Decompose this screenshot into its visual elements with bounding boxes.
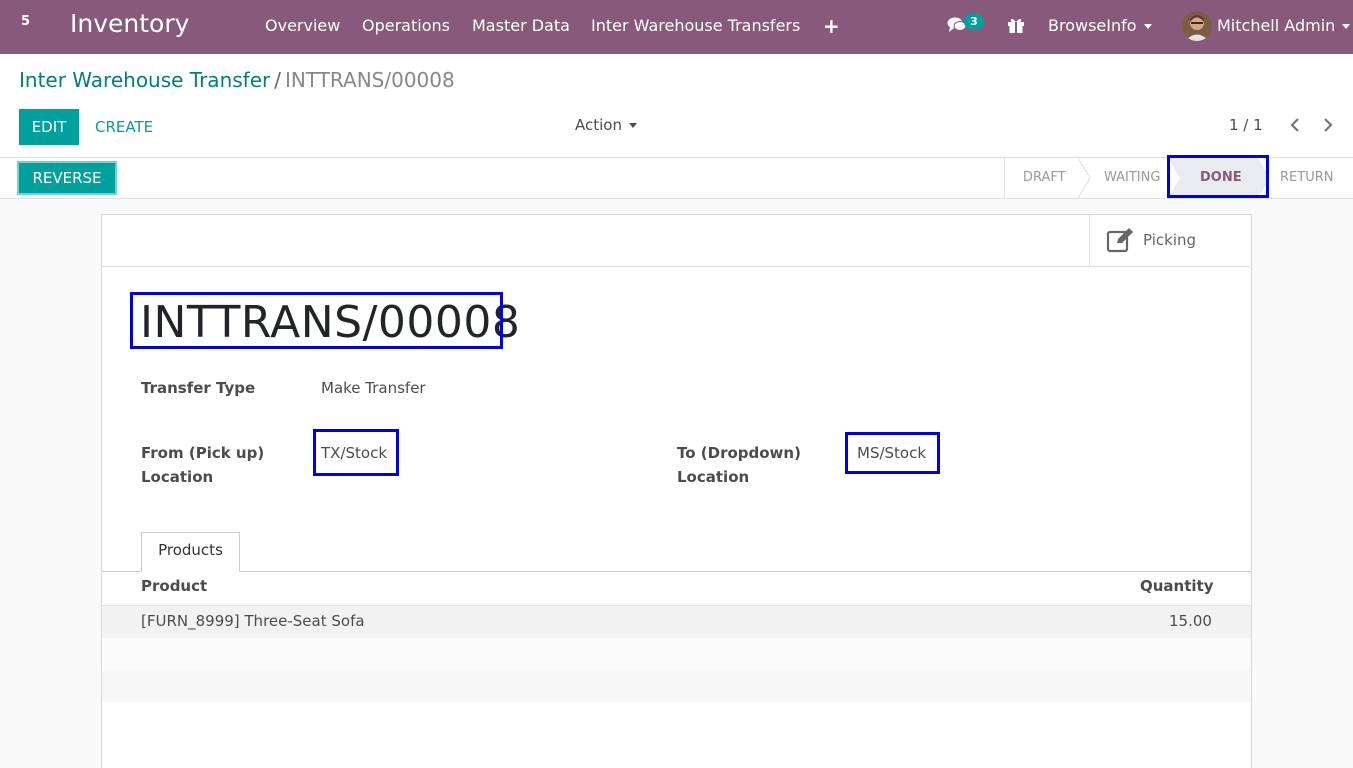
menu-operations[interactable]: Operations bbox=[362, 16, 450, 35]
transfer-type-label: Transfer Type bbox=[141, 379, 256, 397]
stage-return[interactable]: RETURN bbox=[1280, 158, 1333, 198]
company-switcher[interactable]: BrowseInfo bbox=[1048, 16, 1152, 35]
breadcrumb: Inter Warehouse Transfer / INTTRANS/00008 bbox=[19, 68, 455, 92]
menu-master-data[interactable]: Master Data bbox=[472, 16, 570, 35]
from-location-label-line1: From (Pick up) bbox=[141, 444, 265, 462]
column-header-product[interactable]: Product bbox=[141, 577, 207, 595]
stage-waiting[interactable]: WAITING bbox=[1104, 158, 1160, 198]
menu-overview[interactable]: Overview bbox=[265, 16, 340, 35]
table-row[interactable]: [FURN_8999] Three-Seat Sofa 15.00 bbox=[102, 606, 1251, 638]
picking-label: Picking bbox=[1143, 231, 1197, 249]
highlight-box-stage bbox=[1167, 155, 1269, 198]
chat-badge: 3 bbox=[964, 14, 984, 30]
user-menu[interactable]: Mitchell Admin bbox=[1217, 16, 1351, 35]
menu-inter-warehouse-transfers[interactable]: Inter Warehouse Transfers bbox=[591, 16, 800, 35]
highlight-box-to-location bbox=[845, 432, 940, 474]
app-brand[interactable]: Inventory bbox=[70, 9, 189, 38]
from-location-label-line2: Location bbox=[141, 468, 214, 486]
breadcrumb-current: INTTRANS/00008 bbox=[284, 68, 455, 92]
to-location-label-line1: To (Dropdown) bbox=[677, 444, 801, 462]
to-location-label-line2: Location bbox=[677, 468, 750, 486]
edit-icon bbox=[1106, 228, 1133, 253]
stage-draft[interactable]: DRAFT bbox=[1023, 158, 1066, 198]
highlight-box-reference bbox=[130, 292, 503, 349]
picking-button[interactable]: Picking bbox=[1089, 215, 1251, 267]
reverse-button[interactable]: REVERSE bbox=[17, 161, 117, 195]
create-button[interactable]: CREATE bbox=[95, 109, 153, 145]
apps-menu-button[interactable]: 5 bbox=[21, 14, 30, 29]
chevron-left-icon[interactable] bbox=[1287, 115, 1303, 135]
breadcrumb-parent[interactable]: Inter Warehouse Transfer bbox=[19, 68, 270, 92]
plus-icon[interactable]: + bbox=[823, 14, 840, 38]
chevron-down-icon bbox=[1143, 24, 1152, 29]
column-header-quantity[interactable]: Quantity bbox=[1140, 577, 1214, 595]
tab-products[interactable]: Products bbox=[141, 532, 240, 572]
smart-button-box: Picking bbox=[102, 215, 1251, 267]
transfer-type-value[interactable]: Make Transfer bbox=[321, 379, 426, 397]
from-location-label: From (Pick up) Location bbox=[141, 441, 264, 489]
company-name: BrowseInfo bbox=[1048, 16, 1137, 35]
action-label: Action bbox=[575, 116, 622, 134]
edit-button[interactable]: EDIT bbox=[19, 109, 79, 145]
chevron-right-icon[interactable] bbox=[1320, 115, 1336, 135]
chevron-down-icon bbox=[628, 123, 637, 128]
pager-value[interactable]: 1 / 1 bbox=[1229, 116, 1263, 134]
to-location-label: To (Dropdown) Location bbox=[677, 441, 801, 489]
chevron-down-icon bbox=[1342, 24, 1351, 29]
highlight-box-from-location bbox=[313, 429, 399, 476]
gift-icon[interactable] bbox=[1007, 16, 1025, 34]
action-dropdown[interactable]: Action bbox=[575, 116, 637, 134]
control-panel: Inter Warehouse Transfer / INTTRANS/00008 … bbox=[0, 54, 1353, 158]
table-empty-row bbox=[102, 638, 1251, 670]
top-navbar: 5 Inventory Overview Operations Master D… bbox=[0, 0, 1353, 54]
tab-divider bbox=[102, 571, 1251, 572]
table-empty-row bbox=[102, 670, 1251, 702]
avatar[interactable] bbox=[1182, 11, 1212, 41]
breadcrumb-separator: / bbox=[274, 68, 281, 92]
quantity-cell: 15.00 bbox=[1169, 612, 1212, 630]
user-name: Mitchell Admin bbox=[1217, 16, 1336, 35]
product-cell: [FURN_8999] Three-Seat Sofa bbox=[141, 612, 365, 630]
statusbar: REVERSE DRAFT WAITING DONE RETURN bbox=[0, 158, 1353, 199]
